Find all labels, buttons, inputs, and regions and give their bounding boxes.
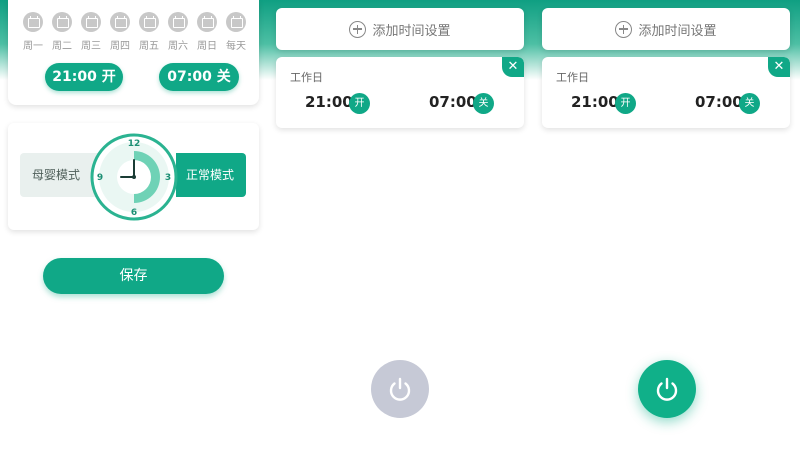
calendar-icon <box>23 12 43 32</box>
day-label: 周日 <box>197 41 217 52</box>
schedule-title: 工作日 <box>556 71 589 84</box>
calendar-icon <box>226 12 246 32</box>
day-item[interactable]: 周五 <box>138 12 160 52</box>
day-item[interactable]: 周一 <box>22 12 44 52</box>
calendar-icon <box>52 12 72 32</box>
day-item[interactable]: 周日 <box>196 12 218 52</box>
add-time-button[interactable]: 添加时间设置 <box>276 8 524 50</box>
day-item[interactable]: 周六 <box>167 12 189 52</box>
close-icon[interactable]: ✕ <box>768 57 790 77</box>
mode-card: 母婴模式 正常模式 12 3 6 9 <box>8 123 259 230</box>
calendar-icon <box>197 12 217 32</box>
schedule-title: 工作日 <box>290 71 323 84</box>
add-time-label: 添加时间设置 <box>372 23 451 39</box>
day-label: 周五 <box>139 41 159 52</box>
power-button[interactable] <box>371 360 429 418</box>
close-icon[interactable]: ✕ <box>502 57 524 77</box>
clock-number: 3 <box>165 173 171 183</box>
day-item[interactable]: 每天 <box>225 12 247 52</box>
day-label: 周四 <box>110 41 130 52</box>
power-icon <box>389 377 411 401</box>
day-label: 周二 <box>52 41 72 52</box>
clock-center <box>132 175 136 179</box>
schedule-card[interactable]: 工作日 21:00 开 07:00 关 ✕ <box>276 57 524 128</box>
power-button[interactable] <box>638 360 696 418</box>
schedule-on-time: 21:00 <box>305 93 353 111</box>
schedule-off-time: 07:00 <box>695 93 743 111</box>
clock-number: 6 <box>131 208 137 218</box>
weekday-list: 周一 周二 周三 周四 周五 周六 周日 每天 <box>22 12 247 52</box>
on-badge: 开 <box>349 93 370 114</box>
day-label: 周三 <box>81 41 101 52</box>
on-badge: 开 <box>615 93 636 114</box>
day-label: 周一 <box>23 41 43 52</box>
power-icon <box>656 377 678 401</box>
schedule-card[interactable]: 工作日 21:00 开 07:00 关 ✕ <box>542 57 790 128</box>
day-item[interactable]: 周三 <box>80 12 102 52</box>
day-item[interactable]: 周二 <box>51 12 73 52</box>
normal-mode-button[interactable]: 正常模式 <box>176 153 246 197</box>
save-button[interactable]: 保存 <box>43 258 224 294</box>
off-time-button[interactable]: 07:00 关 <box>159 63 239 91</box>
schedule-off-time: 07:00 <box>429 93 477 111</box>
clock-number: 9 <box>97 173 103 183</box>
add-time-label: 添加时间设置 <box>638 23 717 39</box>
day-item[interactable]: 周四 <box>109 12 131 52</box>
calendar-icon <box>110 12 130 32</box>
on-time-button[interactable]: 21:00 开 <box>45 63 123 91</box>
weekday-card: 周一 周二 周三 周四 周五 周六 周日 每天 21:00 开 07:00 关 <box>8 0 259 105</box>
plus-circle-icon <box>615 20 633 38</box>
off-badge: 关 <box>473 93 494 114</box>
day-label: 每天 <box>226 41 246 52</box>
plus-circle-icon <box>349 20 367 38</box>
calendar-icon <box>139 12 159 32</box>
schedule-on-time: 21:00 <box>571 93 619 111</box>
clock-number: 12 <box>128 139 141 149</box>
add-time-button[interactable]: 添加时间设置 <box>542 8 790 50</box>
off-badge: 关 <box>739 93 760 114</box>
calendar-icon <box>168 12 188 32</box>
clock-dial[interactable]: 12 3 6 9 <box>90 133 178 221</box>
calendar-icon <box>81 12 101 32</box>
day-label: 周六 <box>168 41 188 52</box>
